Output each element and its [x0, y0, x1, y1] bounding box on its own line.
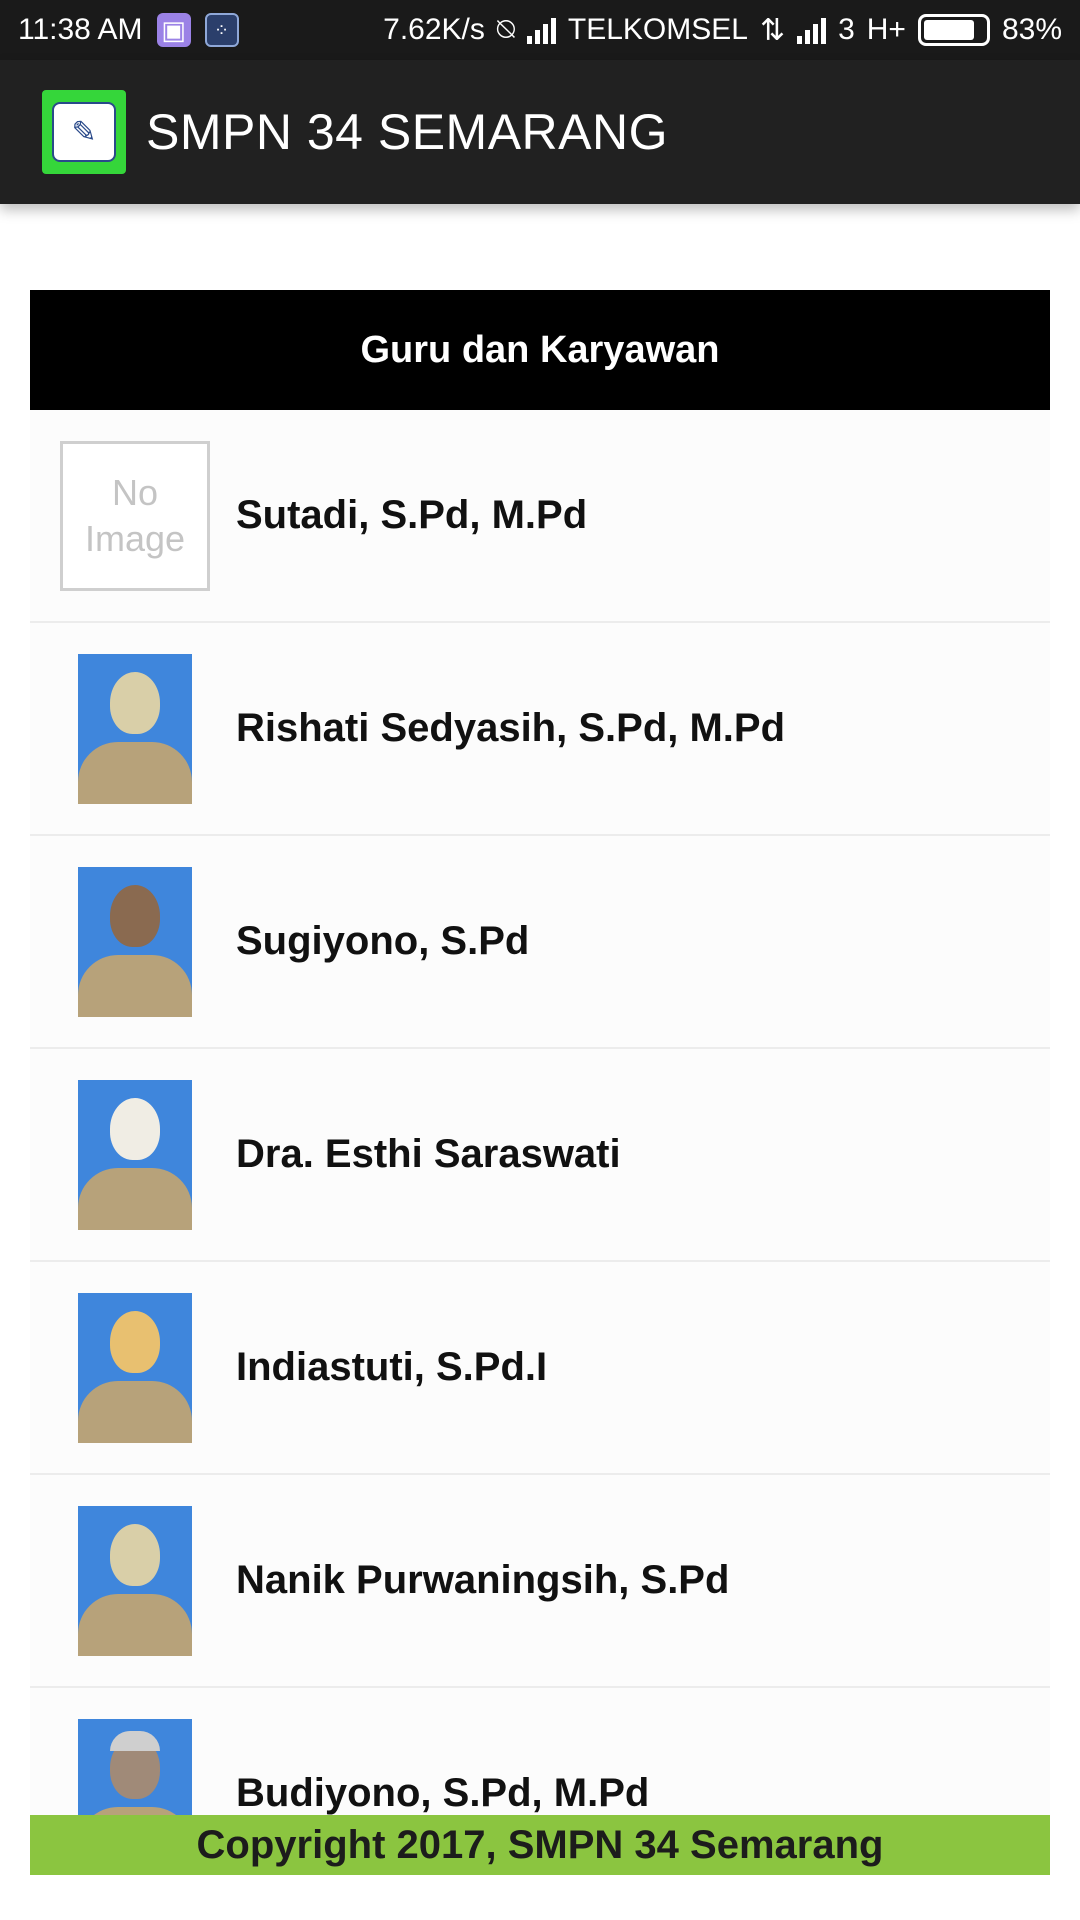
notification-app-icon: ▣ — [156, 13, 191, 47]
network-type: H+ — [866, 13, 906, 46]
staff-photo — [78, 1292, 192, 1443]
staff-name: Rishati Sedyasih, S.Pd, M.Pd — [236, 706, 786, 750]
status-bar: 11:38 AM ▣ ⁘ 7.62K/s ⍉ TELKOMSEL ⇅ 3 H+ … — [0, 0, 1080, 60]
staff-name: Budiyono, S.Pd, M.Pd — [236, 1771, 650, 1815]
staff-row[interactable]: Dra. Esthi Saraswati — [30, 1049, 1050, 1262]
staff-row[interactable]: No Image Sutadi, S.Pd, M.Pd — [30, 410, 1050, 623]
staff-name: Sutadi, S.Pd, M.Pd — [236, 493, 588, 537]
app-bar: ✎ SMPN 34 SEMARANG — [0, 60, 1080, 204]
sim2-network-label: 3 — [838, 13, 855, 46]
vibrate-off-icon: ⍉ — [496, 13, 515, 46]
school-logo-icon[interactable]: ✎ — [42, 90, 126, 174]
staff-photo — [78, 1718, 192, 1815]
staff-name: Nanik Purwaningsih, S.Pd — [236, 1558, 730, 1602]
staff-name: Sugiyono, S.Pd — [236, 919, 530, 963]
staff-photo — [78, 1505, 192, 1656]
copyright-footer: Copyright 2017, SMPN 34 Semarang — [30, 1815, 1050, 1875]
staff-row[interactable]: Sugiyono, S.Pd — [30, 836, 1050, 1049]
staff-name: Dra. Esthi Saraswati — [236, 1132, 621, 1176]
section-header: Guru dan Karyawan — [30, 290, 1050, 410]
status-time: 11:38 AM — [18, 13, 143, 46]
staff-row[interactable]: Budiyono, S.Pd, M.Pd — [30, 1688, 1050, 1815]
staff-name: Indiastuti, S.Pd.I — [236, 1345, 548, 1389]
signal-icon — [526, 16, 556, 44]
battery-percent: 83% — [1001, 13, 1062, 46]
staff-row[interactable]: Rishati Sedyasih, S.Pd, M.Pd — [30, 623, 1050, 836]
staff-row[interactable]: Nanik Purwaningsih, S.Pd — [30, 1475, 1050, 1688]
app-title: SMPN 34 SEMARANG — [146, 104, 669, 160]
staff-photo — [78, 866, 192, 1017]
data-transfer-icon: ⇅ — [759, 13, 786, 47]
battery-icon — [917, 14, 990, 46]
staff-row[interactable]: Indiastuti, S.Pd.I — [30, 1262, 1050, 1475]
signal-icon-sim2 — [797, 16, 827, 44]
no-image-placeholder: No Image — [60, 440, 210, 591]
carrier-name: TELKOMSEL — [567, 13, 748, 46]
staff-list[interactable]: No Image Sutadi, S.Pd, M.Pd Rishati Sedy… — [30, 410, 1050, 1815]
staff-photo — [78, 1079, 192, 1230]
bbm-notification-icon: ⁘ — [204, 13, 239, 47]
staff-photo — [78, 653, 192, 804]
network-speed: 7.62K/s — [383, 13, 485, 46]
